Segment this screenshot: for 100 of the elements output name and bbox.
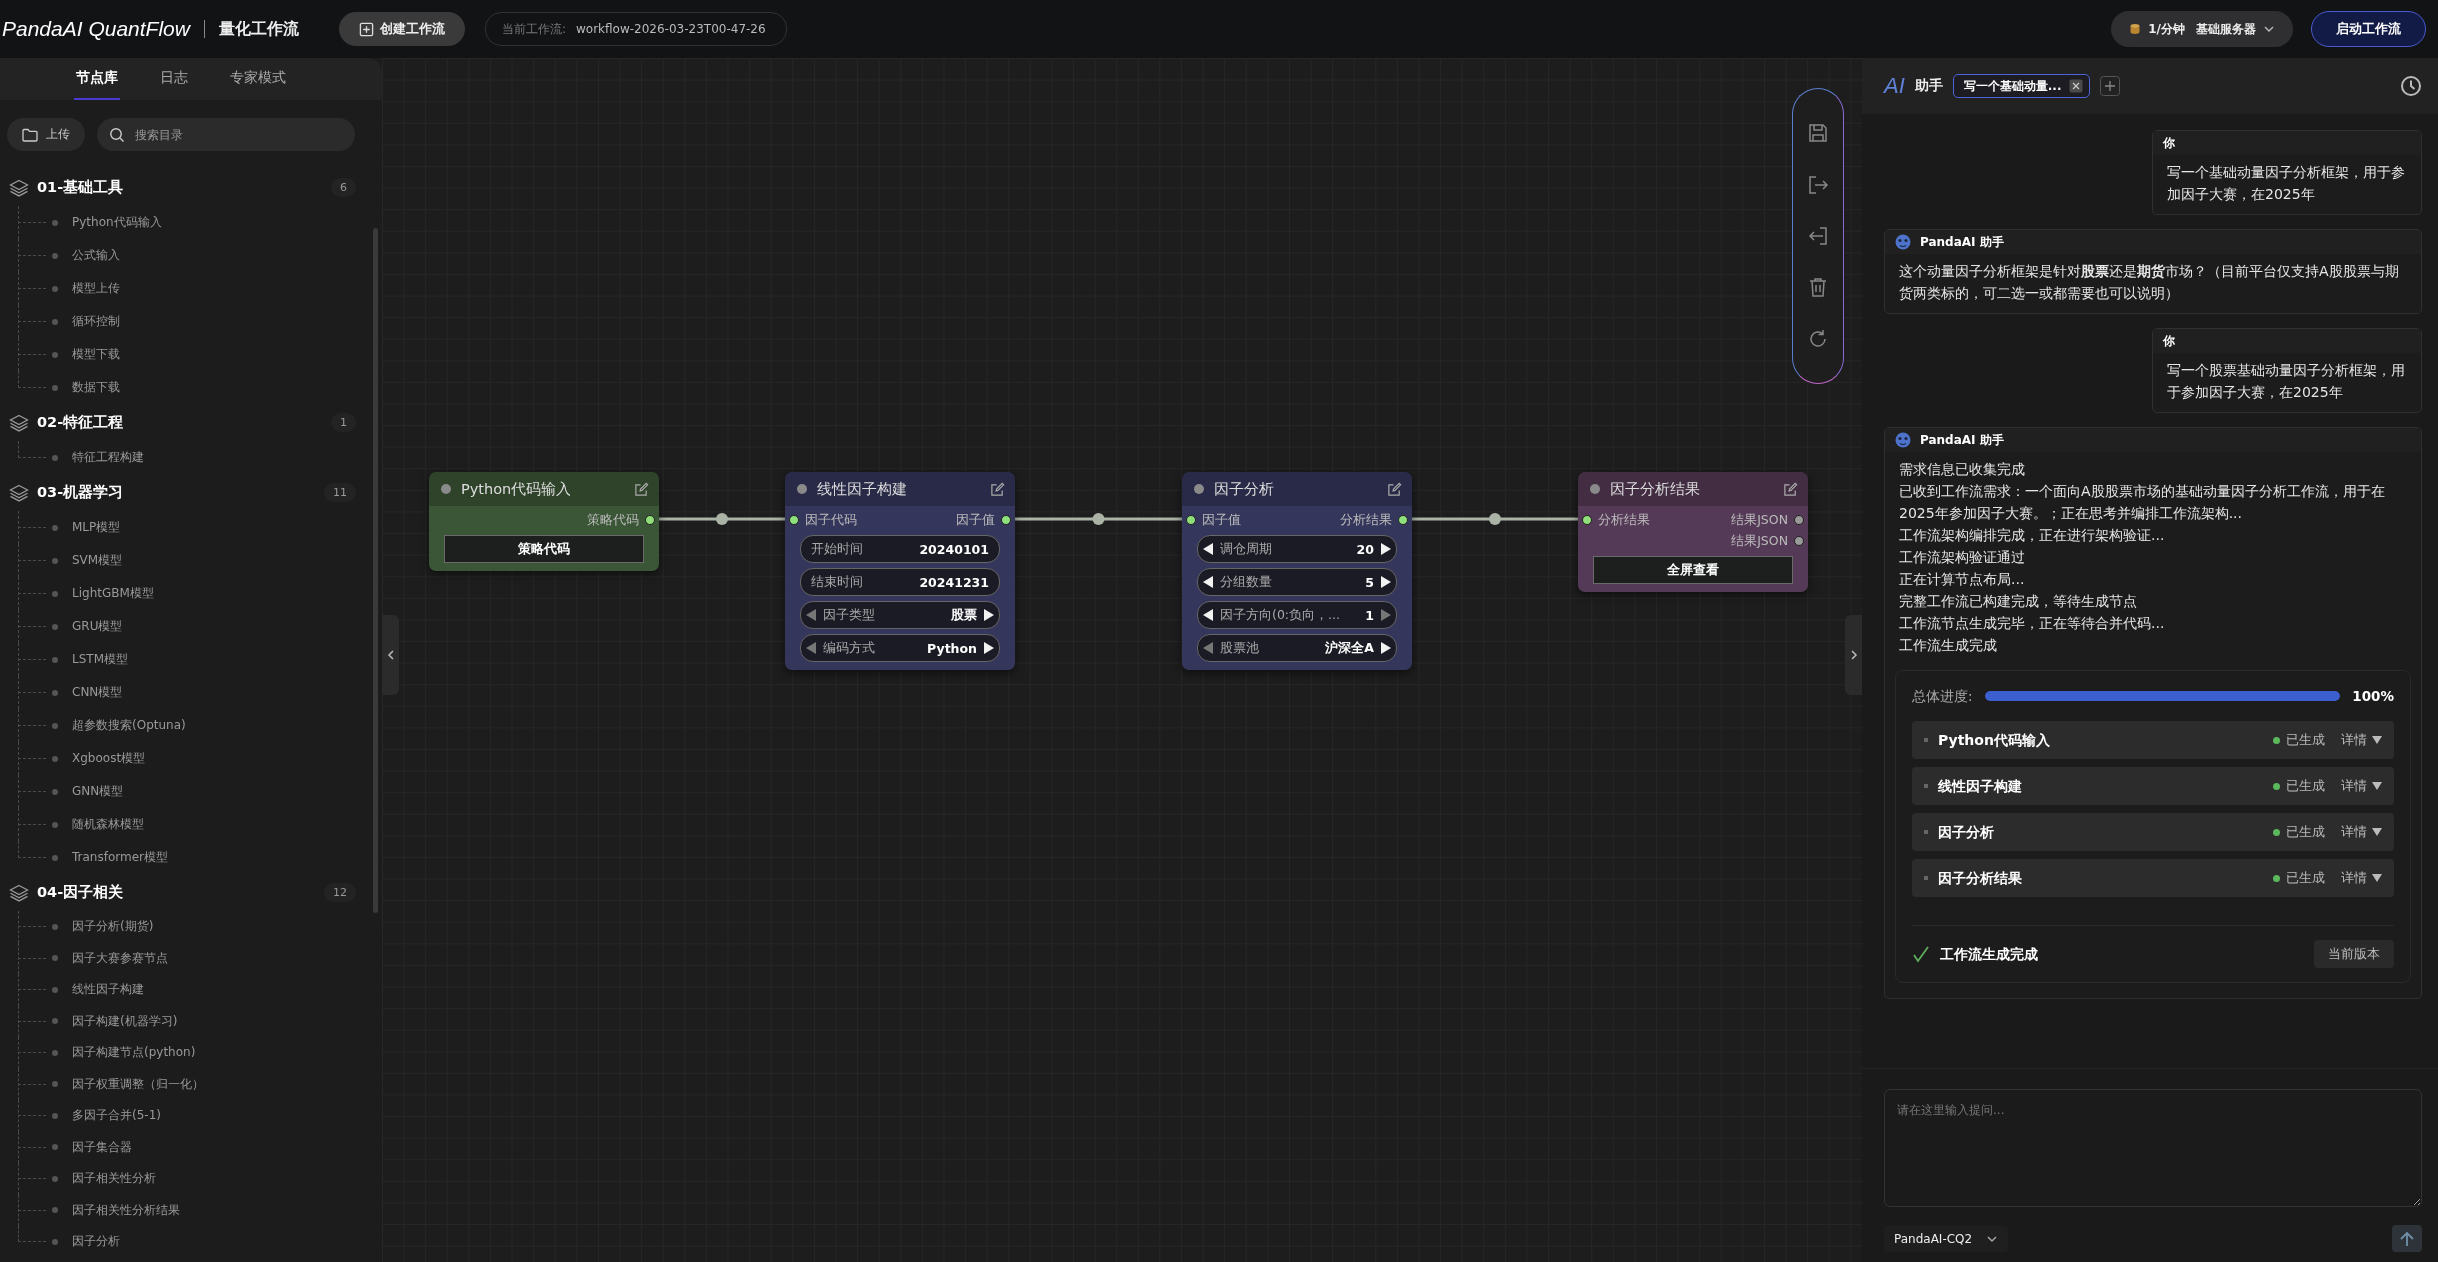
create-workflow-button[interactable]: 创建工作流 — [338, 12, 465, 46]
node-library-item[interactable]: 因子构建(机器学习) — [46, 1012, 178, 1030]
model-selector[interactable]: PandaAI-CQ2 — [1884, 1225, 2009, 1252]
right-arrow-icon[interactable] — [1380, 542, 1392, 556]
right-arrow-icon[interactable] — [1380, 641, 1392, 655]
refresh-icon[interactable] — [1807, 327, 1829, 350]
sidebar-tab[interactable]: 节点库 — [74, 58, 120, 100]
sidebar-tab[interactable]: 日志 — [158, 58, 190, 100]
edit-icon[interactable] — [1387, 481, 1402, 497]
details-button[interactable]: 详情 — [2335, 731, 2382, 749]
category-heading[interactable]: 02-特征工程 — [37, 413, 323, 432]
session-tab[interactable]: 写一个基础动量... — [1952, 74, 2091, 98]
node-library-item[interactable]: MLP模型 — [46, 519, 121, 536]
app-subtitle: 量化工作流 — [218, 18, 299, 40]
edit-icon[interactable] — [990, 481, 1005, 497]
node-library-item[interactable]: 循环控制 — [46, 313, 120, 330]
search-field[interactable]: 搜索目录 — [97, 118, 355, 151]
sidebar-tab[interactable]: 专家模式 — [228, 58, 288, 100]
node-library-item[interactable]: Python代码输入 — [46, 214, 162, 231]
node-library-item[interactable]: 特征工程构建 — [46, 449, 144, 466]
parameter-field[interactable]: 开始时间 20240101 — [800, 535, 1000, 563]
left-arrow-icon[interactable] — [1202, 575, 1214, 589]
output-port[interactable] — [645, 515, 655, 525]
node-button[interactable]: 策略代码 — [444, 535, 644, 563]
details-button[interactable]: 详情 — [2335, 823, 2382, 841]
node-library-item[interactable]: Transformer模型 — [46, 849, 168, 866]
node-library-item[interactable]: 随机森林模型 — [46, 816, 144, 833]
node-library-item[interactable]: 超参数搜索(Optuna) — [46, 717, 186, 734]
workflow-node[interactable]: Python代码输入 策略代码 策略代码 — [429, 472, 659, 571]
sender-name: 你 — [2163, 134, 2175, 152]
node-library-item[interactable]: 因子相关性分析 — [46, 1170, 156, 1188]
collapse-handle[interactable] — [382, 615, 399, 695]
node-library-item[interactable]: 因子大赛参赛节点 — [46, 949, 168, 967]
trash-icon[interactable] — [1807, 276, 1829, 299]
left-arrow-icon[interactable] — [1202, 608, 1214, 622]
output-port[interactable] — [1001, 515, 1011, 525]
collapse-handle[interactable] — [1845, 615, 1862, 695]
export-icon[interactable] — [1807, 173, 1829, 196]
output-port[interactable] — [1794, 515, 1804, 525]
node-library-item[interactable]: SVM模型 — [46, 552, 123, 569]
node-library-item[interactable]: 因子分析 — [46, 1233, 120, 1251]
node-library-item[interactable]: 线性因子构建 — [46, 981, 144, 999]
node-library-item[interactable]: LSTM模型 — [46, 651, 128, 668]
stepper-field[interactable]: 编码方式 Python — [800, 634, 1000, 662]
node-library-item[interactable]: 因子集合器 — [46, 1138, 132, 1156]
category-heading[interactable]: 03-机器学习 — [37, 483, 316, 502]
stepper-field[interactable]: 因子方向(0:负向，... 1 — [1197, 601, 1397, 629]
category-heading[interactable]: 04-因子相关 — [37, 883, 316, 902]
upload-button[interactable]: 上传 — [7, 118, 85, 151]
assistant-avatar-icon — [1895, 234, 1911, 250]
close-icon[interactable] — [2069, 79, 2084, 93]
output-port[interactable] — [1398, 515, 1408, 525]
left-arrow-icon[interactable] — [1202, 542, 1214, 556]
node-library-item[interactable]: 因子构建节点(python) — [46, 1044, 196, 1062]
workflow-node[interactable]: 因子分析结果 分析结果 结果JSON 结果JSON 全屏查看 — [1578, 472, 1808, 592]
check-icon — [1912, 945, 1930, 963]
question-input[interactable]: 请在这里输入提问... — [1884, 1089, 2422, 1207]
save-icon[interactable] — [1807, 122, 1829, 145]
input-port[interactable] — [1582, 515, 1592, 525]
category-heading[interactable]: 01-基础工具 — [37, 178, 323, 197]
output-port[interactable] — [1794, 536, 1804, 546]
node-library-item[interactable]: 因子分析(期货) — [46, 918, 154, 936]
node-library-item[interactable]: 模型下载 — [46, 346, 120, 363]
stepper-field[interactable]: 调仓周期 20 — [1197, 535, 1397, 563]
node-library-item[interactable]: 因子相关性分析结果 — [46, 1201, 180, 1219]
node-library-item[interactable]: GRU模型 — [46, 618, 123, 635]
details-button[interactable]: 详情 — [2335, 777, 2382, 795]
stepper-field[interactable]: 股票池 沪深全A — [1197, 634, 1397, 662]
edit-icon[interactable] — [634, 481, 649, 497]
history-icon[interactable] — [2400, 75, 2422, 97]
scrollbar[interactable] — [373, 228, 378, 913]
node-library-item[interactable]: CNN模型 — [46, 684, 123, 701]
node-library-item[interactable]: 公式输入 — [46, 247, 120, 264]
node-library-item[interactable]: 因子权重调整（归一化） — [46, 1075, 204, 1093]
workflow-node[interactable]: 线性因子构建 因子代码 因子值 开始时间 20240101 结束时间 20241231 因子类型 股票 编码方式 Python — [785, 472, 1015, 670]
workflow-node[interactable]: 因子分析 因子值 分析结果 调仓周期 20 分组数量 5 因子方向(0:负向，... 1 股票池 沪深全A — [1182, 472, 1412, 670]
details-button[interactable]: 详情 — [2335, 869, 2382, 887]
version-button[interactable]: 当前版本 — [2314, 940, 2394, 968]
node-library-item[interactable]: 数据下载 — [46, 379, 120, 396]
server-selector[interactable]: 1/分钟 基础服务器 — [2111, 11, 2293, 47]
status-line: 工作流节点生成完毕，正在等待合并代码... — [1899, 614, 2166, 633]
input-port[interactable] — [1186, 515, 1196, 525]
add-icon[interactable] — [2100, 76, 2121, 96]
send-button[interactable] — [2392, 1225, 2422, 1252]
right-arrow-icon[interactable] — [983, 608, 995, 622]
node-library-item[interactable]: 模型上传 — [46, 280, 120, 297]
right-arrow-icon[interactable] — [1380, 575, 1392, 589]
import-icon[interactable] — [1807, 225, 1829, 247]
stepper-field[interactable]: 因子类型 股票 — [800, 601, 1000, 629]
node-library-item[interactable]: LightGBM模型 — [46, 585, 154, 602]
node-library-item[interactable]: 多因子合并(5-1) — [46, 1107, 161, 1125]
start-workflow-button[interactable]: 启动工作流 — [2311, 11, 2426, 47]
input-port[interactable] — [789, 515, 799, 525]
node-library-item[interactable]: GNN模型 — [46, 783, 124, 800]
edit-icon[interactable] — [1783, 481, 1798, 497]
right-arrow-icon[interactable] — [983, 641, 995, 655]
stepper-field[interactable]: 分组数量 5 — [1197, 568, 1397, 596]
node-button[interactable]: 全屏查看 — [1593, 556, 1793, 584]
node-library-item[interactable]: Xgboost模型 — [46, 750, 146, 767]
parameter-field[interactable]: 结束时间 20241231 — [800, 568, 1000, 596]
